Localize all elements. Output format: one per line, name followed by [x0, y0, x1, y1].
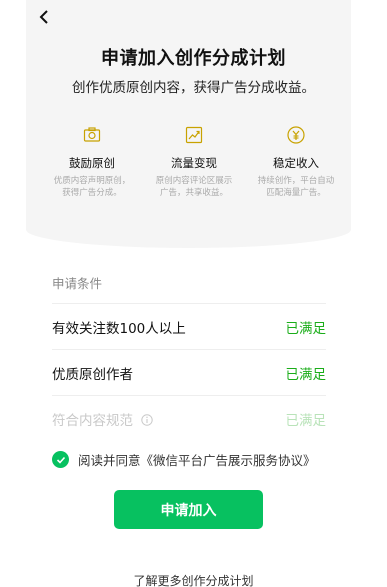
- condition-status: 已满足: [285, 320, 327, 337]
- condition-status: 已满足: [285, 413, 327, 429]
- feature-list: 鼓励原创 优质内容声明原创， 获得广告分成。 流量变现 原创内容评论区展示 广告…: [44, 124, 344, 199]
- feature-original: 鼓励原创 优质内容声明原创， 获得广告分成。: [44, 124, 140, 199]
- agreement-row: 阅读并同意《微信平台广告展示服务协议》: [52, 450, 316, 469]
- feature-title: 鼓励原创: [69, 156, 115, 170]
- feature-desc-line: 广告，共享收益。: [159, 188, 228, 198]
- condition-label: 优质原创作者: [52, 366, 133, 383]
- feature-desc-line: 持续创作，平台自动: [257, 176, 335, 186]
- feature-desc: 优质内容声明原创， 获得广告分成。: [54, 175, 131, 199]
- feature-desc-line: 优质内容声明原创，: [53, 176, 131, 186]
- condition-row: 符合内容规范 已满足: [52, 396, 326, 442]
- condition-status: 已满足: [285, 366, 327, 383]
- page-title: 申请加入创作分成计划: [101, 48, 286, 69]
- apply-button[interactable]: 申请加入: [114, 490, 263, 529]
- feature-title: 稳定收入: [273, 156, 319, 170]
- info-icon[interactable]: [141, 414, 153, 426]
- conditions-section: 申请条件 有效关注数100人以上 已满足 优质原创作者 已满足 符合内容规范 已…: [52, 272, 326, 442]
- feature-desc-line: 原创内容评论区展示: [155, 176, 233, 186]
- camera-icon: [81, 124, 103, 146]
- feature-monetize: 流量变现 原创内容评论区展示 广告，共享收益。: [146, 124, 242, 199]
- condition-label-wrap: 符合内容规范: [52, 409, 153, 429]
- condition-label: 符合内容规范: [52, 413, 133, 429]
- condition-label: 有效关注数100人以上: [52, 320, 186, 337]
- page-subtitle: 创作优质原创内容，获得广告分成收益。: [72, 80, 315, 96]
- check-icon: [56, 456, 65, 464]
- agreement-link[interactable]: 阅读并同意《微信平台广告展示服务协议》: [78, 450, 316, 469]
- learn-more-link[interactable]: 了解更多创作分成计划: [0, 572, 387, 587]
- back-button[interactable]: [34, 6, 54, 28]
- yen-icon: [285, 124, 307, 146]
- feature-desc: 持续创作，平台自动 匹配海量广告。: [258, 175, 335, 199]
- conditions-header: 申请条件: [52, 272, 326, 304]
- trend-chart-icon: [183, 124, 205, 146]
- agreement-checkbox[interactable]: [52, 451, 69, 468]
- feature-income: 稳定收入 持续创作，平台自动 匹配海量广告。: [248, 124, 344, 199]
- condition-row: 优质原创作者 已满足: [52, 350, 326, 396]
- feature-title: 流量变现: [171, 156, 217, 170]
- feature-desc-line: 获得广告分成。: [62, 188, 122, 198]
- condition-row: 有效关注数100人以上 已满足: [52, 304, 326, 350]
- feature-desc-line: 匹配海量广告。: [266, 188, 326, 198]
- feature-desc: 原创内容评论区展示 广告，共享收益。: [156, 175, 233, 199]
- chevron-left-icon: [39, 10, 48, 24]
